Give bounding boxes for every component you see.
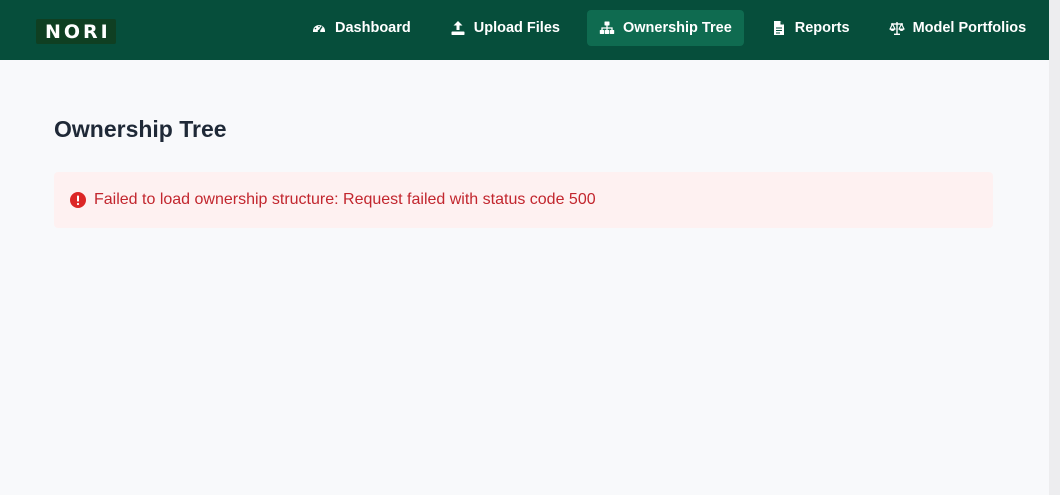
error-message: Failed to load ownership structure: Requ… [94, 191, 596, 208]
main-nav: Dashboard Upload Files Ownership Tree Re… [299, 10, 1038, 46]
nav-label-ownership-tree: Ownership Tree [622, 20, 732, 36]
nav-label-upload-files: Upload Files [473, 20, 560, 36]
upload-icon [450, 20, 466, 36]
nav-label-dashboard: Dashboard [335, 20, 411, 36]
sitemap-icon [599, 20, 615, 36]
page-title: Ownership Tree [54, 116, 227, 142]
exclamation-circle-icon [70, 192, 86, 208]
balance-scale-icon [888, 20, 905, 36]
file-icon [771, 20, 787, 36]
nori-logo[interactable]: NORI [36, 19, 116, 44]
nav-label-reports: Reports [794, 20, 850, 36]
scrollbar-track[interactable] [1049, 0, 1060, 495]
nav-item-dashboard[interactable]: Dashboard [299, 10, 423, 46]
nav-label-model-portfolios: Model Portfolios [912, 20, 1027, 36]
nav-item-model-portfolios[interactable]: Model Portfolios [877, 10, 1039, 46]
error-alert: Failed to load ownership structure: Requ… [54, 172, 993, 228]
app-window: NORI Dashboard Upload Files Ownership Tr… [0, 0, 1049, 495]
nav-item-reports[interactable]: Reports [759, 10, 862, 46]
top-navbar: NORI Dashboard Upload Files Ownership Tr… [0, 0, 1049, 60]
gauge-icon [311, 20, 327, 36]
nav-item-ownership-tree[interactable]: Ownership Tree [586, 10, 744, 46]
nav-item-upload-files[interactable]: Upload Files [438, 10, 572, 46]
